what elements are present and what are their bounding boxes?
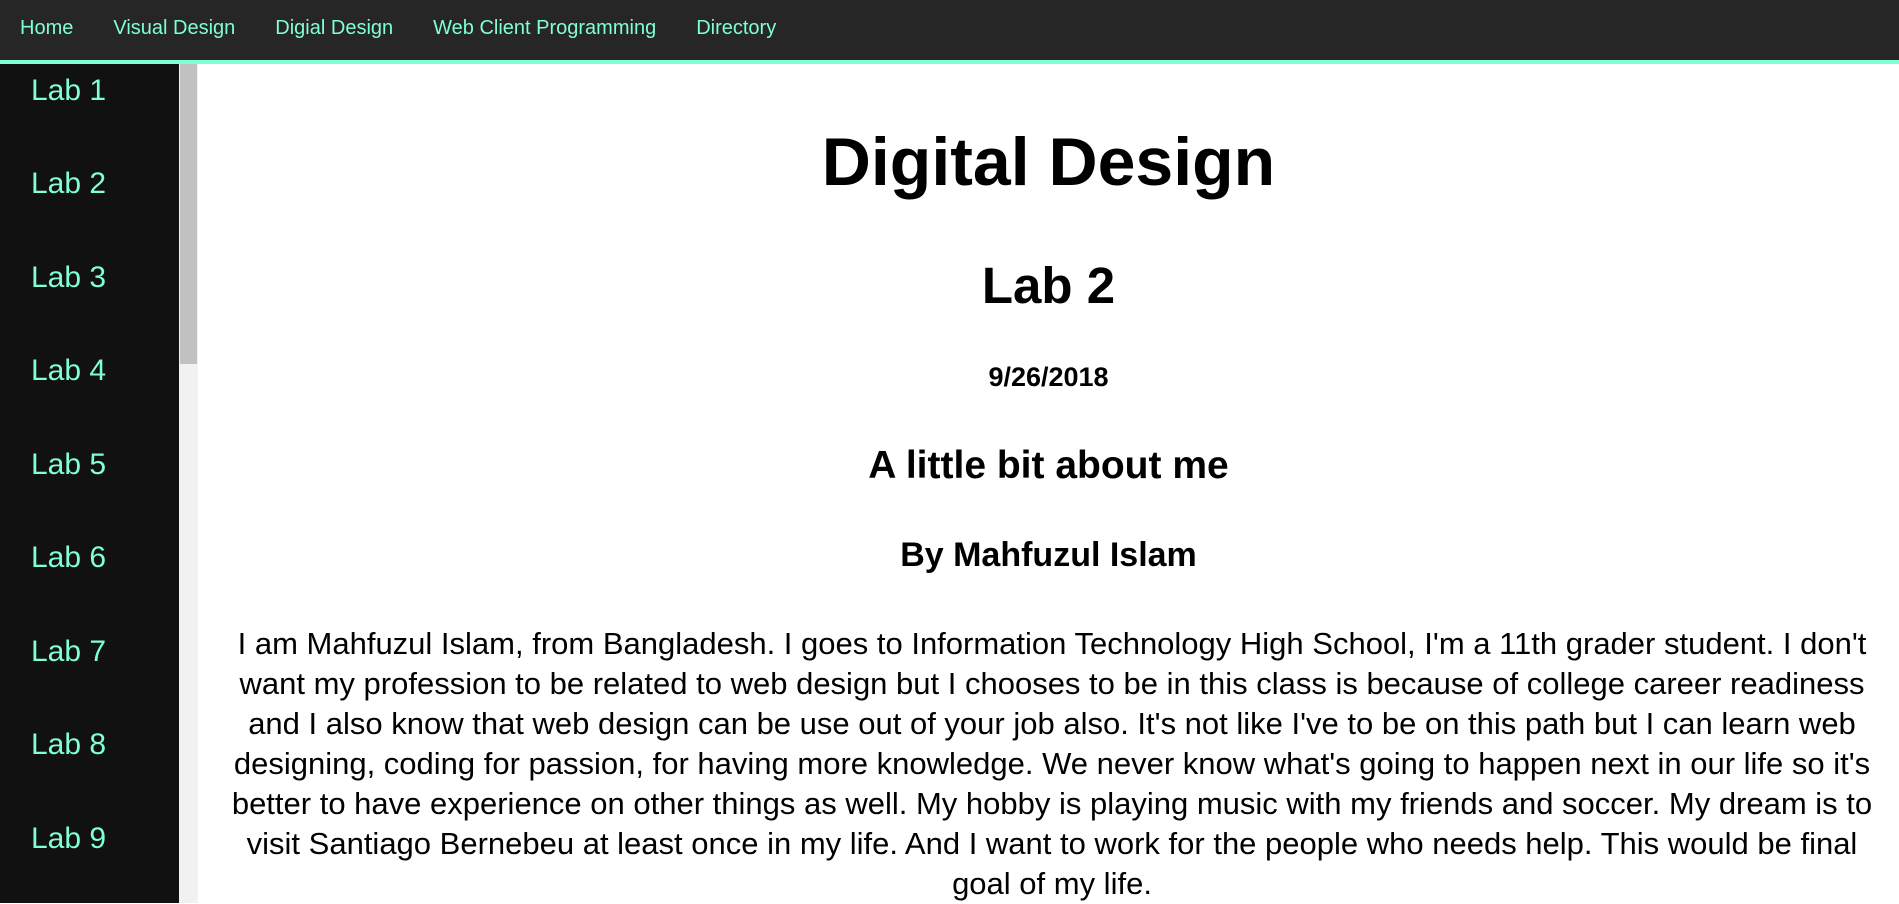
nav-link-web-client-programming[interactable]: Web Client Programming xyxy=(433,18,656,42)
sidebar-item-lab-7[interactable]: Lab 7 xyxy=(31,637,106,667)
lab-heading: Lab 2 xyxy=(981,257,1116,314)
sidebar-item-lab-9[interactable]: Lab 9 xyxy=(31,824,106,854)
section-heading: A little bit about me xyxy=(868,444,1229,487)
nav-link-home[interactable]: Home xyxy=(20,18,73,42)
main-content: Digital Design Lab 2 9/26/2018 A little … xyxy=(198,64,1899,903)
date-label: 9/26/2018 xyxy=(988,362,1109,392)
sidebar-item-lab-8[interactable]: Lab 8 xyxy=(31,730,106,760)
nav-link-visual-design[interactable]: Visual Design xyxy=(113,18,235,42)
sidebar-item-lab-2[interactable]: Lab 2 xyxy=(31,169,106,199)
sidebar-item-lab-4[interactable]: Lab 4 xyxy=(31,356,106,386)
nav-link-directory[interactable]: Directory xyxy=(696,18,776,42)
sidebar-item-lab-5[interactable]: Lab 5 xyxy=(31,450,106,480)
sidebar-item-lab-6[interactable]: Lab 6 xyxy=(31,543,106,573)
sidebar-item-lab-3[interactable]: Lab 3 xyxy=(31,263,106,293)
about-paragraph: I am Mahfuzul Islam, from Bangladesh. I … xyxy=(231,626,1873,901)
sidebar: Lab 1 Lab 2 Lab 3 Lab 4 Lab 5 Lab 6 Lab … xyxy=(0,64,179,903)
scrollbar-thumb[interactable] xyxy=(180,64,197,364)
sidebar-scrollbar[interactable] xyxy=(179,64,198,903)
nav-link-digital-design[interactable]: Digial Design xyxy=(275,18,393,42)
sidebar-item-lab-1[interactable]: Lab 1 xyxy=(31,76,106,106)
top-navigation: Home Visual Design Digial Design Web Cli… xyxy=(0,0,1899,64)
page-title: Digital Design xyxy=(821,124,1276,200)
author-byline: By Mahfuzul Islam xyxy=(900,536,1197,574)
